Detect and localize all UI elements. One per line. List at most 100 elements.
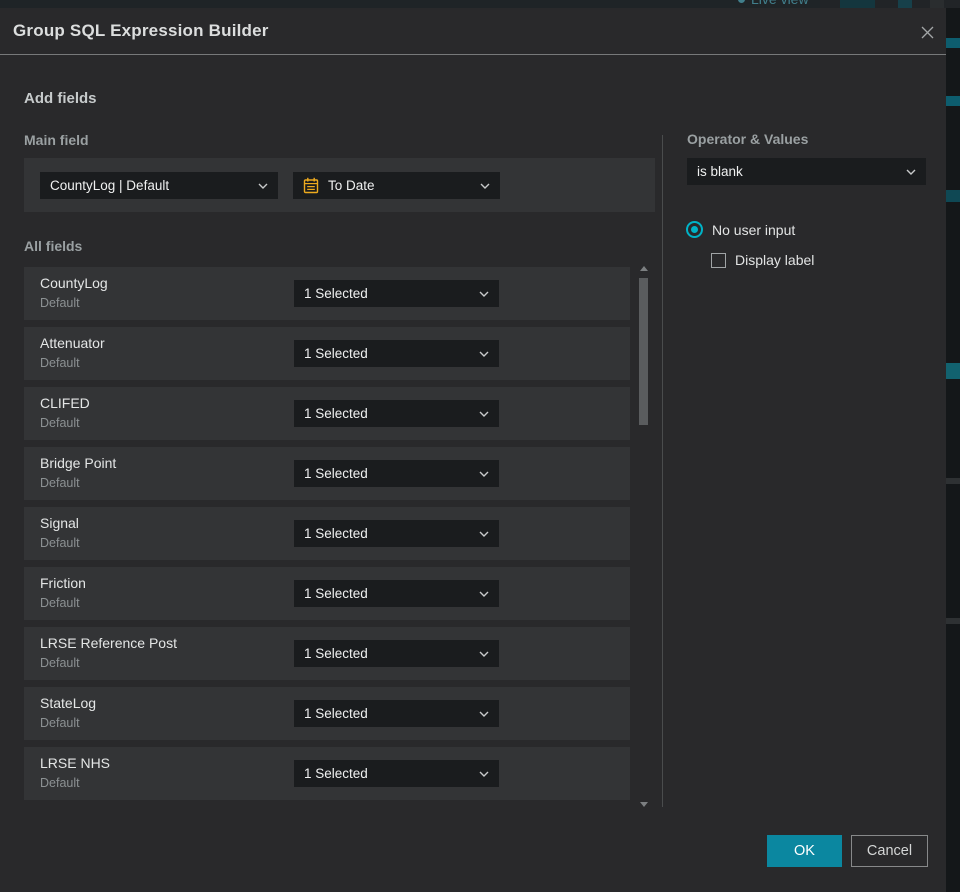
chevron-down-icon (479, 351, 489, 357)
chevron-down-icon (258, 183, 268, 189)
add-fields-heading: Add fields (24, 90, 97, 107)
chevron-down-icon (479, 651, 489, 657)
field-subtitle: Default (40, 776, 80, 790)
field-row: LRSE NHS Default 1 Selected (24, 747, 630, 800)
field-subtitle: Default (40, 356, 80, 370)
chevron-down-icon (479, 411, 489, 417)
field-row: StateLog Default 1 Selected (24, 687, 630, 740)
main-field-select-value: CountyLog | Default (50, 178, 170, 193)
field-selection-dropdown-label: 1 Selected (304, 586, 368, 601)
field-name: Signal (40, 515, 79, 531)
field-selection-dropdown[interactable]: 1 Selected (294, 280, 499, 307)
chevron-down-icon (480, 183, 490, 189)
field-subtitle: Default (40, 596, 80, 610)
field-selection-dropdown[interactable]: 1 Selected (294, 520, 499, 547)
field-selection-dropdown-label: 1 Selected (304, 646, 368, 661)
field-selection-dropdown[interactable]: 1 Selected (294, 700, 499, 727)
group-sql-expression-builder-dialog: Group SQL Expression Builder Add fields … (0, 8, 946, 892)
operator-select-value: is blank (697, 164, 743, 179)
chevron-down-icon (479, 711, 489, 717)
field-selection-dropdown-label: 1 Selected (304, 526, 368, 541)
background-app-toolbar: Live view (0, 0, 960, 8)
field-selection-dropdown-label: 1 Selected (304, 706, 368, 721)
no-user-input-radio[interactable]: No user input (686, 221, 795, 238)
main-field-type-select[interactable]: To Date (293, 172, 500, 199)
field-row: Bridge Point Default 1 Selected (24, 447, 630, 500)
field-selection-dropdown-label: 1 Selected (304, 766, 368, 781)
fields-list-scrollbar[interactable] (639, 263, 649, 810)
field-row: CLIFED Default 1 Selected (24, 387, 630, 440)
field-selection-dropdown[interactable]: 1 Selected (294, 760, 499, 787)
column-divider (662, 135, 663, 807)
main-field-select[interactable]: CountyLog | Default (40, 172, 278, 199)
field-row: Signal Default 1 Selected (24, 507, 630, 560)
background-panel-item (946, 96, 960, 106)
chevron-down-icon (479, 771, 489, 777)
field-row: LRSE Reference Post Default 1 Selected (24, 627, 630, 680)
field-name: StateLog (40, 695, 97, 711)
field-name: CLIFED (40, 395, 90, 411)
all-fields-list: CountyLog Default 1 Selected Attenuator … (24, 267, 630, 807)
field-subtitle: Default (40, 656, 80, 670)
display-label-checkbox[interactable]: Display label (711, 252, 814, 268)
chevron-down-icon (479, 471, 489, 477)
main-field-label: Main field (24, 132, 89, 148)
dialog-title: Group SQL Expression Builder (13, 21, 269, 40)
field-selection-dropdown[interactable]: 1 Selected (294, 460, 499, 487)
field-subtitle: Default (40, 716, 80, 730)
background-toolbar-button (840, 0, 875, 8)
field-subtitle: Default (40, 296, 80, 310)
background-panel-item (946, 618, 960, 624)
operator-select[interactable]: is blank (687, 158, 926, 185)
field-row: CountyLog Default 1 Selected (24, 267, 630, 320)
cancel-button[interactable]: Cancel (851, 835, 928, 867)
background-app-panel (946, 8, 960, 892)
background-panel-item (946, 190, 960, 202)
field-name: LRSE NHS (40, 755, 111, 771)
scrollbar-thumb[interactable] (639, 278, 648, 425)
field-row: Friction Default 1 Selected (24, 567, 630, 620)
ok-button[interactable]: OK (767, 835, 842, 867)
live-view-label: Live view (751, 0, 809, 7)
display-label-label: Display label (735, 252, 815, 268)
field-selection-dropdown[interactable]: 1 Selected (294, 580, 499, 607)
field-subtitle: Default (40, 476, 80, 490)
field-selection-dropdown[interactable]: 1 Selected (294, 640, 499, 667)
field-name: Friction (40, 575, 86, 591)
chevron-down-icon (479, 591, 489, 597)
radio-selected-icon (686, 221, 703, 238)
background-panel-item (946, 478, 960, 484)
background-panel-item (946, 38, 960, 48)
live-view-indicator: Live view (738, 0, 809, 7)
background-toolbar-button (898, 0, 912, 8)
field-subtitle: Default (40, 536, 80, 550)
field-subtitle: Default (40, 416, 80, 430)
background-toolbar-button (930, 0, 944, 8)
chevron-down-icon (479, 291, 489, 297)
field-name: Bridge Point (40, 455, 117, 471)
field-name: Attenuator (40, 335, 105, 351)
close-icon[interactable] (916, 21, 938, 43)
calendar-icon (303, 177, 319, 194)
field-selection-dropdown-label: 1 Selected (304, 466, 368, 481)
background-panel-item (946, 363, 960, 379)
field-name: CountyLog (40, 275, 108, 291)
main-field-panel: CountyLog | Default To Date (24, 158, 655, 212)
field-selection-dropdown[interactable]: 1 Selected (294, 400, 499, 427)
no-user-input-label: No user input (712, 221, 796, 238)
field-name: LRSE Reference Post (40, 635, 177, 651)
field-selection-dropdown[interactable]: 1 Selected (294, 340, 499, 367)
checkbox-unchecked-icon (711, 252, 726, 268)
field-selection-dropdown-label: 1 Selected (304, 406, 368, 421)
main-field-type-value: To Date (328, 178, 375, 193)
chevron-down-icon (479, 531, 489, 537)
all-fields-label: All fields (24, 238, 83, 254)
dialog-header: Group SQL Expression Builder (0, 8, 946, 55)
field-selection-dropdown-label: 1 Selected (304, 346, 368, 361)
live-view-dot-icon (738, 0, 745, 3)
field-selection-dropdown-label: 1 Selected (304, 286, 368, 301)
scroll-down-icon[interactable] (640, 802, 648, 807)
operator-values-label: Operator & Values (687, 131, 809, 147)
scroll-up-icon[interactable] (640, 266, 648, 271)
chevron-down-icon (906, 169, 916, 175)
